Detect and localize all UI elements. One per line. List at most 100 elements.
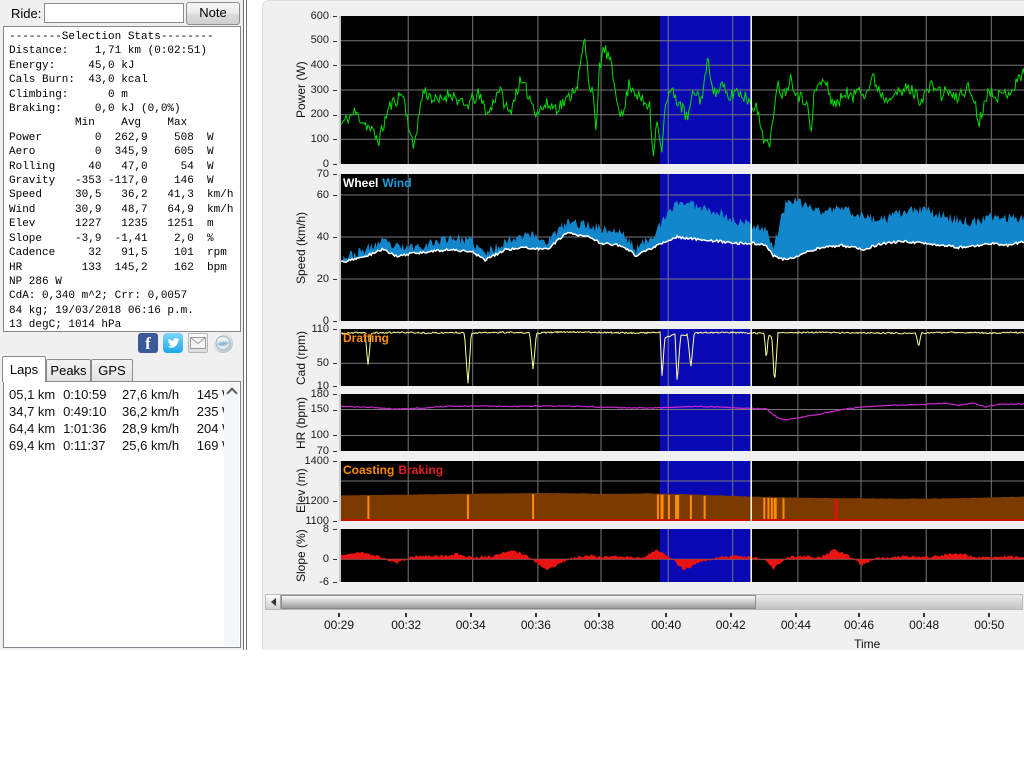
time-tick-mark xyxy=(338,613,340,617)
slope-ytick-mark xyxy=(333,529,337,530)
elevation-ytick: 1200 xyxy=(263,495,329,507)
speed-ytick-mark xyxy=(333,237,337,238)
laps-rows: 05,1 km0:10:5927,6 km/h145 W34,7 km0:49:… xyxy=(4,382,240,454)
note-button[interactable]: Note xyxy=(186,2,240,25)
cadence-ytick: 110 xyxy=(263,323,329,335)
slope-ytick: -6 xyxy=(263,576,329,588)
speed-legend-item: Wind xyxy=(382,176,411,190)
scroll-left-button[interactable] xyxy=(266,595,281,609)
time-tick-label: 00:34 xyxy=(441,618,501,632)
time-tick-mark xyxy=(405,613,407,617)
elevation-ytick-mark xyxy=(333,501,337,502)
slope-chart[interactable] xyxy=(339,529,1024,582)
slope-ytick: 0 xyxy=(263,553,329,565)
scroll-up-icon[interactable] xyxy=(226,387,237,398)
time-tick-mark xyxy=(598,613,600,617)
envelope-icon xyxy=(190,337,206,349)
cadence-ytick: 50 xyxy=(263,357,329,369)
stats-line: --------Selection Stats-------- xyxy=(9,30,240,44)
stats-line: Aero 0 345,9 605 W xyxy=(9,145,240,159)
chart-h-scrollbar[interactable] xyxy=(265,594,1023,610)
speed-chart[interactable] xyxy=(339,174,1024,321)
slope-ytick-mark xyxy=(333,582,337,583)
speed-ytick: 40 xyxy=(263,231,329,243)
twitter-icon[interactable] xyxy=(163,333,183,353)
speed-ytick: 60 xyxy=(263,189,329,201)
tab-gps[interactable]: GPS xyxy=(91,359,133,382)
time-tick-mark xyxy=(988,613,990,617)
speed-ytick-mark xyxy=(333,195,337,196)
hr-chart[interactable] xyxy=(339,394,1024,451)
tab-peaks[interactable]: Peaks xyxy=(46,359,91,382)
time-tick-mark xyxy=(858,613,860,617)
elevation-ytick: 1400 xyxy=(263,455,329,467)
time-tick-mark xyxy=(923,613,925,617)
cadence-legend-item: Drafting xyxy=(343,331,389,345)
lap-time: 1:01:36 xyxy=(63,421,122,436)
chart-panel: Power (W)6005004003002001000Speed (km/h)… xyxy=(262,0,1024,650)
slope-ytick: 8 xyxy=(263,523,329,535)
power-ytick: 600 xyxy=(263,10,329,22)
time-tick-label: 00:50 xyxy=(959,618,1019,632)
time-tick-mark xyxy=(665,613,667,617)
hr-ytick-mark xyxy=(333,435,337,436)
time-axis-title: Time xyxy=(854,637,880,651)
laps-list: 05,1 km0:10:5927,6 km/h145 W34,7 km0:49:… xyxy=(3,381,241,648)
time-tick-label: 00:40 xyxy=(636,618,696,632)
power-chart[interactable] xyxy=(339,16,1024,164)
hr-ytick-mark xyxy=(333,451,337,452)
lap-row[interactable]: 64,4 km1:01:3628,9 km/h204 W xyxy=(4,420,240,437)
lap-time: 0:11:37 xyxy=(63,438,122,453)
hr-ytick: 150 xyxy=(263,403,329,415)
chart-area: Power (W)6005004003002001000Speed (km/h)… xyxy=(263,1,1024,651)
stats-line: Min Avg Max xyxy=(9,116,240,130)
time-tick-label: 00:29 xyxy=(309,618,369,632)
stats-line: Cadence 32 91,5 101 rpm xyxy=(9,246,240,260)
ride-input[interactable] xyxy=(44,3,184,23)
share-icons-row: f xyxy=(138,333,242,355)
lap-row[interactable]: 69,4 km0:11:3725,6 km/h169 W xyxy=(4,437,240,454)
stats-line: Slope -3,9 -1,41 2,0 % xyxy=(9,232,240,246)
lap-speed: 27,6 km/h xyxy=(122,387,197,402)
lap-time: 0:49:10 xyxy=(63,404,122,419)
power-ytick: 500 xyxy=(263,34,329,46)
elevation-ytick-mark xyxy=(333,461,337,462)
power-ytick-mark xyxy=(333,65,337,66)
stats-line: Wind 30,9 48,7 64,9 km/h xyxy=(9,203,240,217)
stats-line: 84 kg; 19/03/2018 06:16 p.m. xyxy=(9,304,240,318)
lap-dist: 64,4 km xyxy=(9,421,63,436)
scroll-thumb[interactable] xyxy=(281,595,756,609)
time-tick-label: 00:48 xyxy=(894,618,954,632)
panel-splitter[interactable] xyxy=(243,0,247,650)
cadence-legend: Drafting xyxy=(343,331,393,345)
power-ytick: 400 xyxy=(263,59,329,71)
facebook-icon[interactable]: f xyxy=(138,333,158,353)
time-tick-label: 00:44 xyxy=(766,618,826,632)
cadence-ytick-mark xyxy=(333,363,337,364)
laps-list-scrollbar[interactable] xyxy=(224,383,239,646)
lap-dist: 69,4 km xyxy=(9,438,63,453)
google-earth-icon[interactable] xyxy=(213,333,233,353)
speed-ytick-mark xyxy=(333,321,337,322)
lap-row[interactable]: 34,7 km0:49:1036,2 km/h235 W xyxy=(4,403,240,420)
speed-legend: Wheel Wind xyxy=(343,176,416,190)
cadence-chart[interactable] xyxy=(339,329,1024,386)
time-tick-mark xyxy=(470,613,472,617)
hr-ytick: 100 xyxy=(263,429,329,441)
power-ytick-mark xyxy=(333,41,337,42)
left-arrow-icon xyxy=(271,598,276,606)
elevation-legend-item: Coasting xyxy=(343,463,394,477)
slope-ytick-mark xyxy=(333,559,337,560)
speed-legend-item: Wheel xyxy=(343,176,378,190)
lap-row[interactable]: 05,1 km0:10:5927,6 km/h145 W xyxy=(4,386,240,403)
power-ytick-mark xyxy=(333,16,337,17)
stats-line: Speed 30,5 36,2 41,3 km/h xyxy=(9,188,240,202)
stats-line: 13 degC; 1014 hPa xyxy=(9,318,240,332)
lap-dist: 34,7 km xyxy=(9,404,63,419)
stats-line: Gravity -353 -117,0 146 W xyxy=(9,174,240,188)
time-tick-label: 00:42 xyxy=(701,618,761,632)
stats-line: Climbing: 0 m xyxy=(9,88,240,102)
stats-line: CdA: 0,340 m^2; Crr: 0,0057 xyxy=(9,289,240,303)
tab-laps[interactable]: Laps xyxy=(2,356,46,382)
email-icon[interactable] xyxy=(188,333,208,353)
